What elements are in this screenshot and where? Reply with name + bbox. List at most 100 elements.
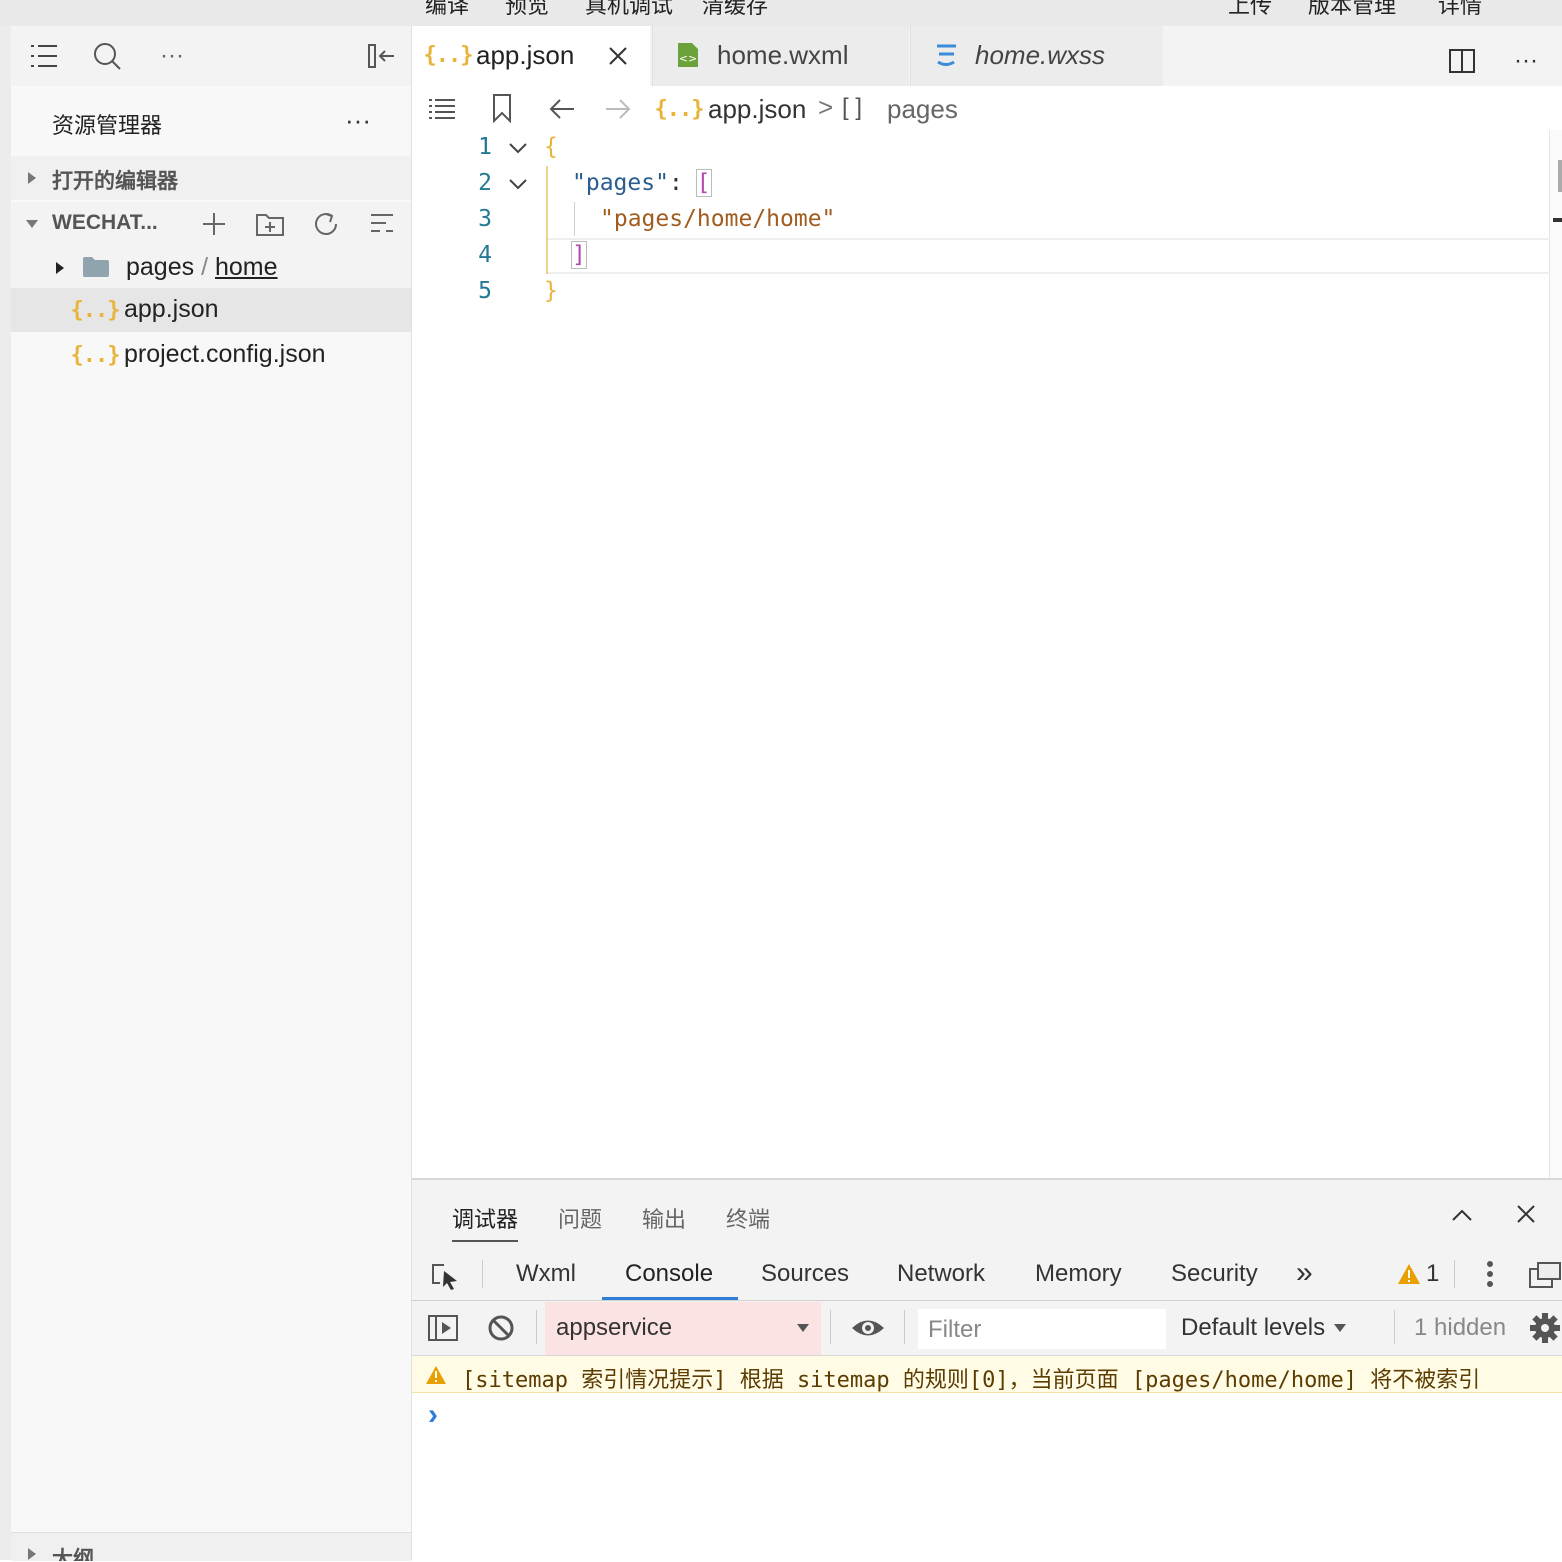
more-tabs-icon[interactable]: » [1296, 1256, 1313, 1290]
fold-chevron-icon[interactable] [506, 136, 530, 160]
divider [482, 1260, 483, 1288]
clear-cache-button[interactable]: 清缓存 [702, 0, 768, 20]
chevron-right-icon [25, 168, 39, 188]
line-number: 5 [478, 278, 492, 304]
project-label: WECHAT... [52, 211, 158, 234]
tab-terminal[interactable]: 终端 [726, 1202, 770, 1234]
code-brace-close: } [544, 278, 558, 304]
outline-section[interactable]: 大纲 [11, 1532, 411, 1561]
tree-item-pages[interactable]: pages / home [11, 246, 411, 290]
code-brace-open: { [544, 134, 558, 160]
clear-console-icon[interactable] [484, 1312, 518, 1344]
json-icon: {..} [423, 42, 474, 68]
eye-icon[interactable] [848, 1312, 888, 1344]
css-icon [933, 40, 959, 70]
context-selector[interactable]: appservice [545, 1302, 821, 1355]
tab-debugger[interactable]: 调试器 [452, 1202, 518, 1234]
tab-label: home.wxss [975, 40, 1106, 70]
code-bracket-open: [ [695, 169, 712, 197]
new-folder-icon[interactable] [254, 208, 286, 240]
code-key: "pages" [572, 170, 669, 196]
scrollbar-thumb[interactable] [1558, 160, 1562, 192]
devtools-tab-memory[interactable]: Memory [1035, 1260, 1122, 1288]
indent-guide [546, 166, 548, 274]
log-levels-dropdown[interactable]: Default levels [1181, 1314, 1325, 1342]
json-icon: {..} [70, 297, 121, 323]
divider [1394, 1310, 1395, 1344]
device-debug-button[interactable]: 真机调试 [585, 0, 673, 20]
preview-button[interactable]: 预览 [505, 0, 549, 20]
warning-count[interactable]: 1 [1426, 1260, 1439, 1288]
devtools-tab-sources[interactable]: Sources [761, 1260, 849, 1288]
bookmark-icon[interactable] [488, 92, 516, 124]
outline-list-icon[interactable] [426, 94, 458, 124]
undock-icon[interactable] [1528, 1260, 1562, 1290]
inspect-element-icon[interactable] [428, 1260, 462, 1292]
tab-label: app.json [476, 40, 575, 70]
upload-button[interactable]: 上传 [1228, 0, 1272, 20]
tree-item-app-json[interactable]: {..} app.json [11, 288, 411, 332]
hidden-count: 1 hidden [1414, 1314, 1507, 1341]
sidebar-toolbar [11, 26, 411, 86]
dropdown-arrow-icon [795, 1320, 811, 1336]
code-line-2: "pages": [ [572, 169, 712, 197]
tab-output[interactable]: 输出 [642, 1202, 686, 1234]
console-input[interactable] [460, 1396, 1550, 1436]
indent-guide [574, 202, 575, 236]
divider [536, 1310, 537, 1344]
kebab-menu-icon[interactable] [1478, 1258, 1502, 1290]
devtools-tab-network[interactable]: Network [897, 1260, 985, 1288]
split-editor-icon[interactable] [1446, 44, 1478, 78]
folder-subname[interactable]: home [215, 253, 278, 281]
devtools-tab-wxml[interactable]: Wxml [516, 1260, 576, 1288]
close-panel-icon[interactable] [1512, 1200, 1540, 1228]
sidebar-toggle-icon[interactable] [426, 1312, 460, 1344]
close-icon[interactable] [604, 42, 632, 70]
filter-placeholder: Filter [928, 1316, 982, 1343]
devtools-tabbar [412, 1250, 1562, 1301]
console-prompt-icon: › [428, 1398, 438, 1431]
scrollbar-marker [1553, 218, 1562, 222]
breadcrumb-node[interactable]: pages [887, 94, 958, 125]
back-arrow-icon[interactable] [546, 94, 578, 124]
gear-icon[interactable] [1528, 1312, 1562, 1344]
tab-home-wxss[interactable]: home.wxss [910, 26, 1163, 86]
tab-app-json[interactable]: {..} app.json [412, 26, 650, 86]
outline-label: 大纲 [52, 1548, 94, 1561]
code-editor[interactable] [412, 130, 1550, 1178]
compile-button[interactable]: 编译 [425, 0, 469, 20]
line-number: 2 [478, 170, 492, 196]
version-manage-button[interactable]: 版本管理 [1308, 0, 1396, 20]
filter-input[interactable]: Filter [918, 1309, 1166, 1349]
context-value: appservice [556, 1314, 673, 1341]
details-button[interactable]: 详情 [1438, 0, 1482, 20]
refresh-icon[interactable] [310, 208, 342, 240]
editor-more-icon[interactable]: ··· [1508, 44, 1544, 78]
collapse-sidebar-icon[interactable] [364, 38, 398, 74]
code-colon: : [668, 170, 697, 196]
breadcrumb-file[interactable]: app.json [708, 94, 806, 125]
tab-home-wxml[interactable]: <> home.wxml [652, 26, 909, 86]
devtools-tab-console[interactable]: Console [625, 1260, 713, 1288]
devtools-tab-security[interactable]: Security [1171, 1260, 1258, 1288]
list-icon[interactable] [28, 38, 60, 74]
warning-icon [424, 1364, 448, 1386]
collapse-all-icon[interactable] [366, 208, 398, 240]
explorer-more-icon[interactable]: ··· [340, 104, 376, 136]
maximize-panel-icon[interactable] [1448, 1202, 1476, 1228]
current-line-highlight [546, 238, 1550, 274]
open-editors-section[interactable]: 打开的编辑器 [11, 156, 411, 200]
chevron-right-icon [25, 1547, 39, 1561]
tab-underline [452, 1240, 518, 1242]
json-icon: {..} [654, 96, 705, 122]
top-toolbar: 编译 预览 真机调试 清缓存 上传 版本管理 详情 [0, 0, 1562, 26]
array-icon: [ ] [842, 94, 863, 121]
search-icon[interactable] [90, 38, 124, 74]
tree-item-project-config[interactable]: {..} project.config.json [11, 333, 411, 377]
tab-problems[interactable]: 问题 [558, 1202, 602, 1234]
new-file-icon[interactable] [198, 208, 230, 240]
more-icon[interactable]: ··· [154, 38, 190, 74]
fold-chevron-icon[interactable] [506, 172, 530, 196]
forward-arrow-icon[interactable] [602, 94, 634, 124]
editor-scrollbar[interactable] [1549, 130, 1562, 1178]
